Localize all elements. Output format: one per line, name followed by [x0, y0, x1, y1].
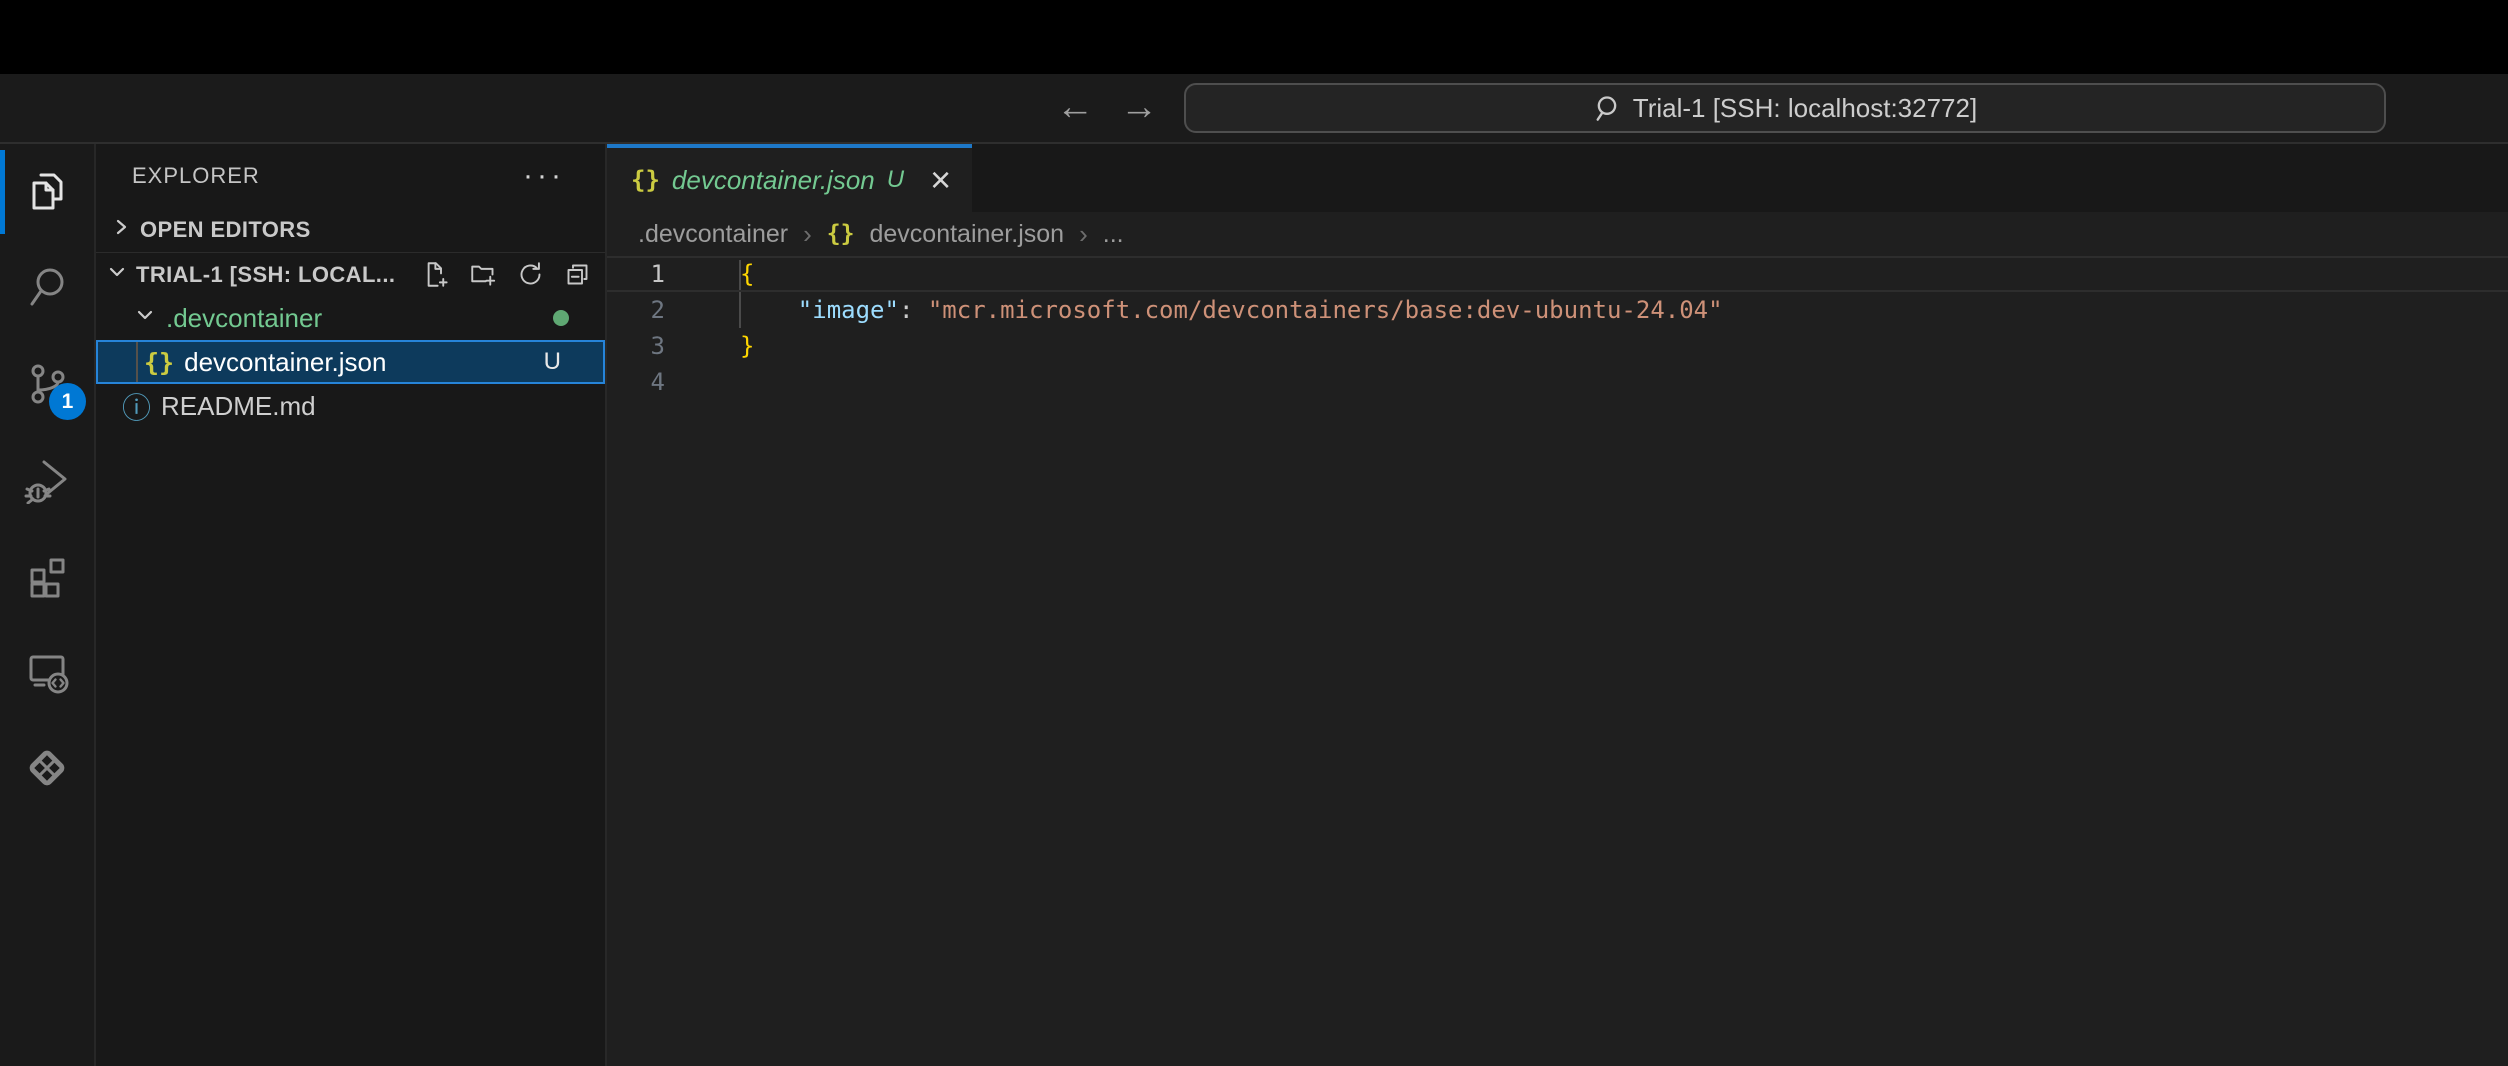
- sidebar-title: EXPLORER: [132, 163, 260, 189]
- open-editors-section[interactable]: OPEN EDITORS: [96, 208, 605, 252]
- run-debug-icon: [23, 456, 71, 504]
- code-token: "image": [798, 296, 899, 324]
- activity-source-control[interactable]: 1: [0, 336, 94, 432]
- code-line-3: 3 }: [607, 328, 2508, 364]
- breadcrumb-file[interactable]: devcontainer.json: [869, 220, 1064, 249]
- activity-explorer[interactable]: [0, 144, 94, 240]
- window-title: Trial-1 [SSH: localhost:32772]: [1633, 93, 1977, 124]
- tab-title: devcontainer.json: [672, 165, 875, 196]
- tree-item-devcontainer-json[interactable]: {} devcontainer.json U: [96, 340, 605, 384]
- collapse-all-icon[interactable]: [564, 261, 591, 288]
- title-bar: ← → Trial-1 [SSH: localhost:32772]: [0, 74, 2508, 144]
- code-area[interactable]: 1 { 2 "image": "mcr.microsoft.com/devcon…: [607, 256, 2508, 1066]
- activity-run-debug[interactable]: [0, 432, 94, 528]
- json-file-icon: {}: [631, 166, 660, 194]
- file-label: README.md: [161, 391, 316, 422]
- refresh-icon[interactable]: [517, 261, 544, 288]
- git-status-badge: U: [544, 348, 561, 376]
- json-file-icon: {}: [144, 348, 174, 377]
- activity-search[interactable]: [0, 240, 94, 336]
- breadcrumb-symbol[interactable]: ...: [1103, 220, 1124, 249]
- top-black-strip: [0, 0, 2508, 74]
- command-center-search[interactable]: Trial-1 [SSH: localhost:32772]: [1184, 83, 2386, 133]
- more-actions-icon[interactable]: ···: [523, 170, 565, 182]
- chevron-down-icon: [132, 302, 158, 335]
- forward-button[interactable]: →: [1120, 88, 1158, 126]
- code-token: }: [740, 332, 754, 360]
- tab-bar: {} devcontainer.json U ×: [607, 144, 2508, 212]
- breadcrumb-folder[interactable]: .devcontainer: [638, 220, 788, 249]
- extensions-icon: [23, 552, 71, 600]
- activity-extensions[interactable]: [0, 528, 94, 624]
- file-label: devcontainer.json: [184, 347, 386, 378]
- editor-group: {} devcontainer.json U × .devcontainer ›…: [607, 144, 2508, 1066]
- checkered-diamond-icon: [23, 744, 71, 792]
- git-untracked-dot: [553, 310, 569, 326]
- files-icon: [23, 168, 71, 216]
- activity-remote-explorer[interactable]: [0, 624, 94, 720]
- tree-item-readme[interactable]: ⓘ README.md: [96, 384, 605, 428]
- code-token: :: [899, 296, 928, 324]
- search-icon: [23, 264, 71, 312]
- breadcrumb-separator: ›: [1079, 219, 1088, 250]
- workspace-section[interactable]: TRIAL-1 [SSH: LOCAL...: [96, 252, 605, 296]
- activity-containers[interactable]: [0, 720, 94, 816]
- close-icon[interactable]: ×: [930, 162, 951, 198]
- line-number: 4: [607, 368, 665, 396]
- explorer-sidebar: EXPLORER ··· OPEN EDITORS TRIAL-1 [SSH: …: [96, 144, 607, 1066]
- code-token: {: [740, 260, 754, 288]
- chevron-right-icon: [108, 214, 134, 246]
- folder-label: .devcontainer: [166, 303, 322, 334]
- breadcrumb: .devcontainer › {} devcontainer.json › .…: [607, 212, 2508, 256]
- indent-guide: [136, 342, 138, 382]
- workspace-label: TRIAL-1 [SSH: LOCAL...: [136, 262, 395, 288]
- vscode-window: ← → Trial-1 [SSH: localhost:32772]: [0, 0, 2508, 1066]
- tab-devcontainer-json[interactable]: {} devcontainer.json U ×: [607, 144, 972, 212]
- info-icon: ⓘ: [122, 385, 151, 427]
- breadcrumb-separator: ›: [803, 219, 812, 250]
- json-file-icon: {}: [827, 221, 855, 247]
- tab-modified-badge: U: [887, 166, 904, 194]
- tree-item-devcontainer-folder[interactable]: .devcontainer: [96, 296, 605, 340]
- code-token: "mcr.microsoft.com/devcontainers/base:de…: [928, 296, 1723, 324]
- line-number: 1: [607, 260, 665, 288]
- back-button[interactable]: ←: [1056, 88, 1094, 126]
- new-file-icon[interactable]: [423, 261, 450, 288]
- line-number: 2: [607, 296, 665, 324]
- source-control-badge: 1: [49, 383, 86, 420]
- code-token: [740, 296, 798, 324]
- activity-bar: 1: [0, 144, 96, 1066]
- code-line-2: 2 "image": "mcr.microsoft.com/devcontain…: [607, 292, 2508, 328]
- chevron-down-icon: [104, 259, 130, 291]
- remote-explorer-icon: [23, 648, 71, 696]
- new-folder-icon[interactable]: [470, 261, 497, 288]
- open-editors-label: OPEN EDITORS: [140, 217, 311, 243]
- line-number: 3: [607, 332, 665, 360]
- code-line-1: 1 {: [607, 256, 2508, 292]
- code-line-4: 4: [607, 364, 2508, 400]
- active-indicator: [0, 150, 5, 234]
- search-icon: [1593, 94, 1621, 122]
